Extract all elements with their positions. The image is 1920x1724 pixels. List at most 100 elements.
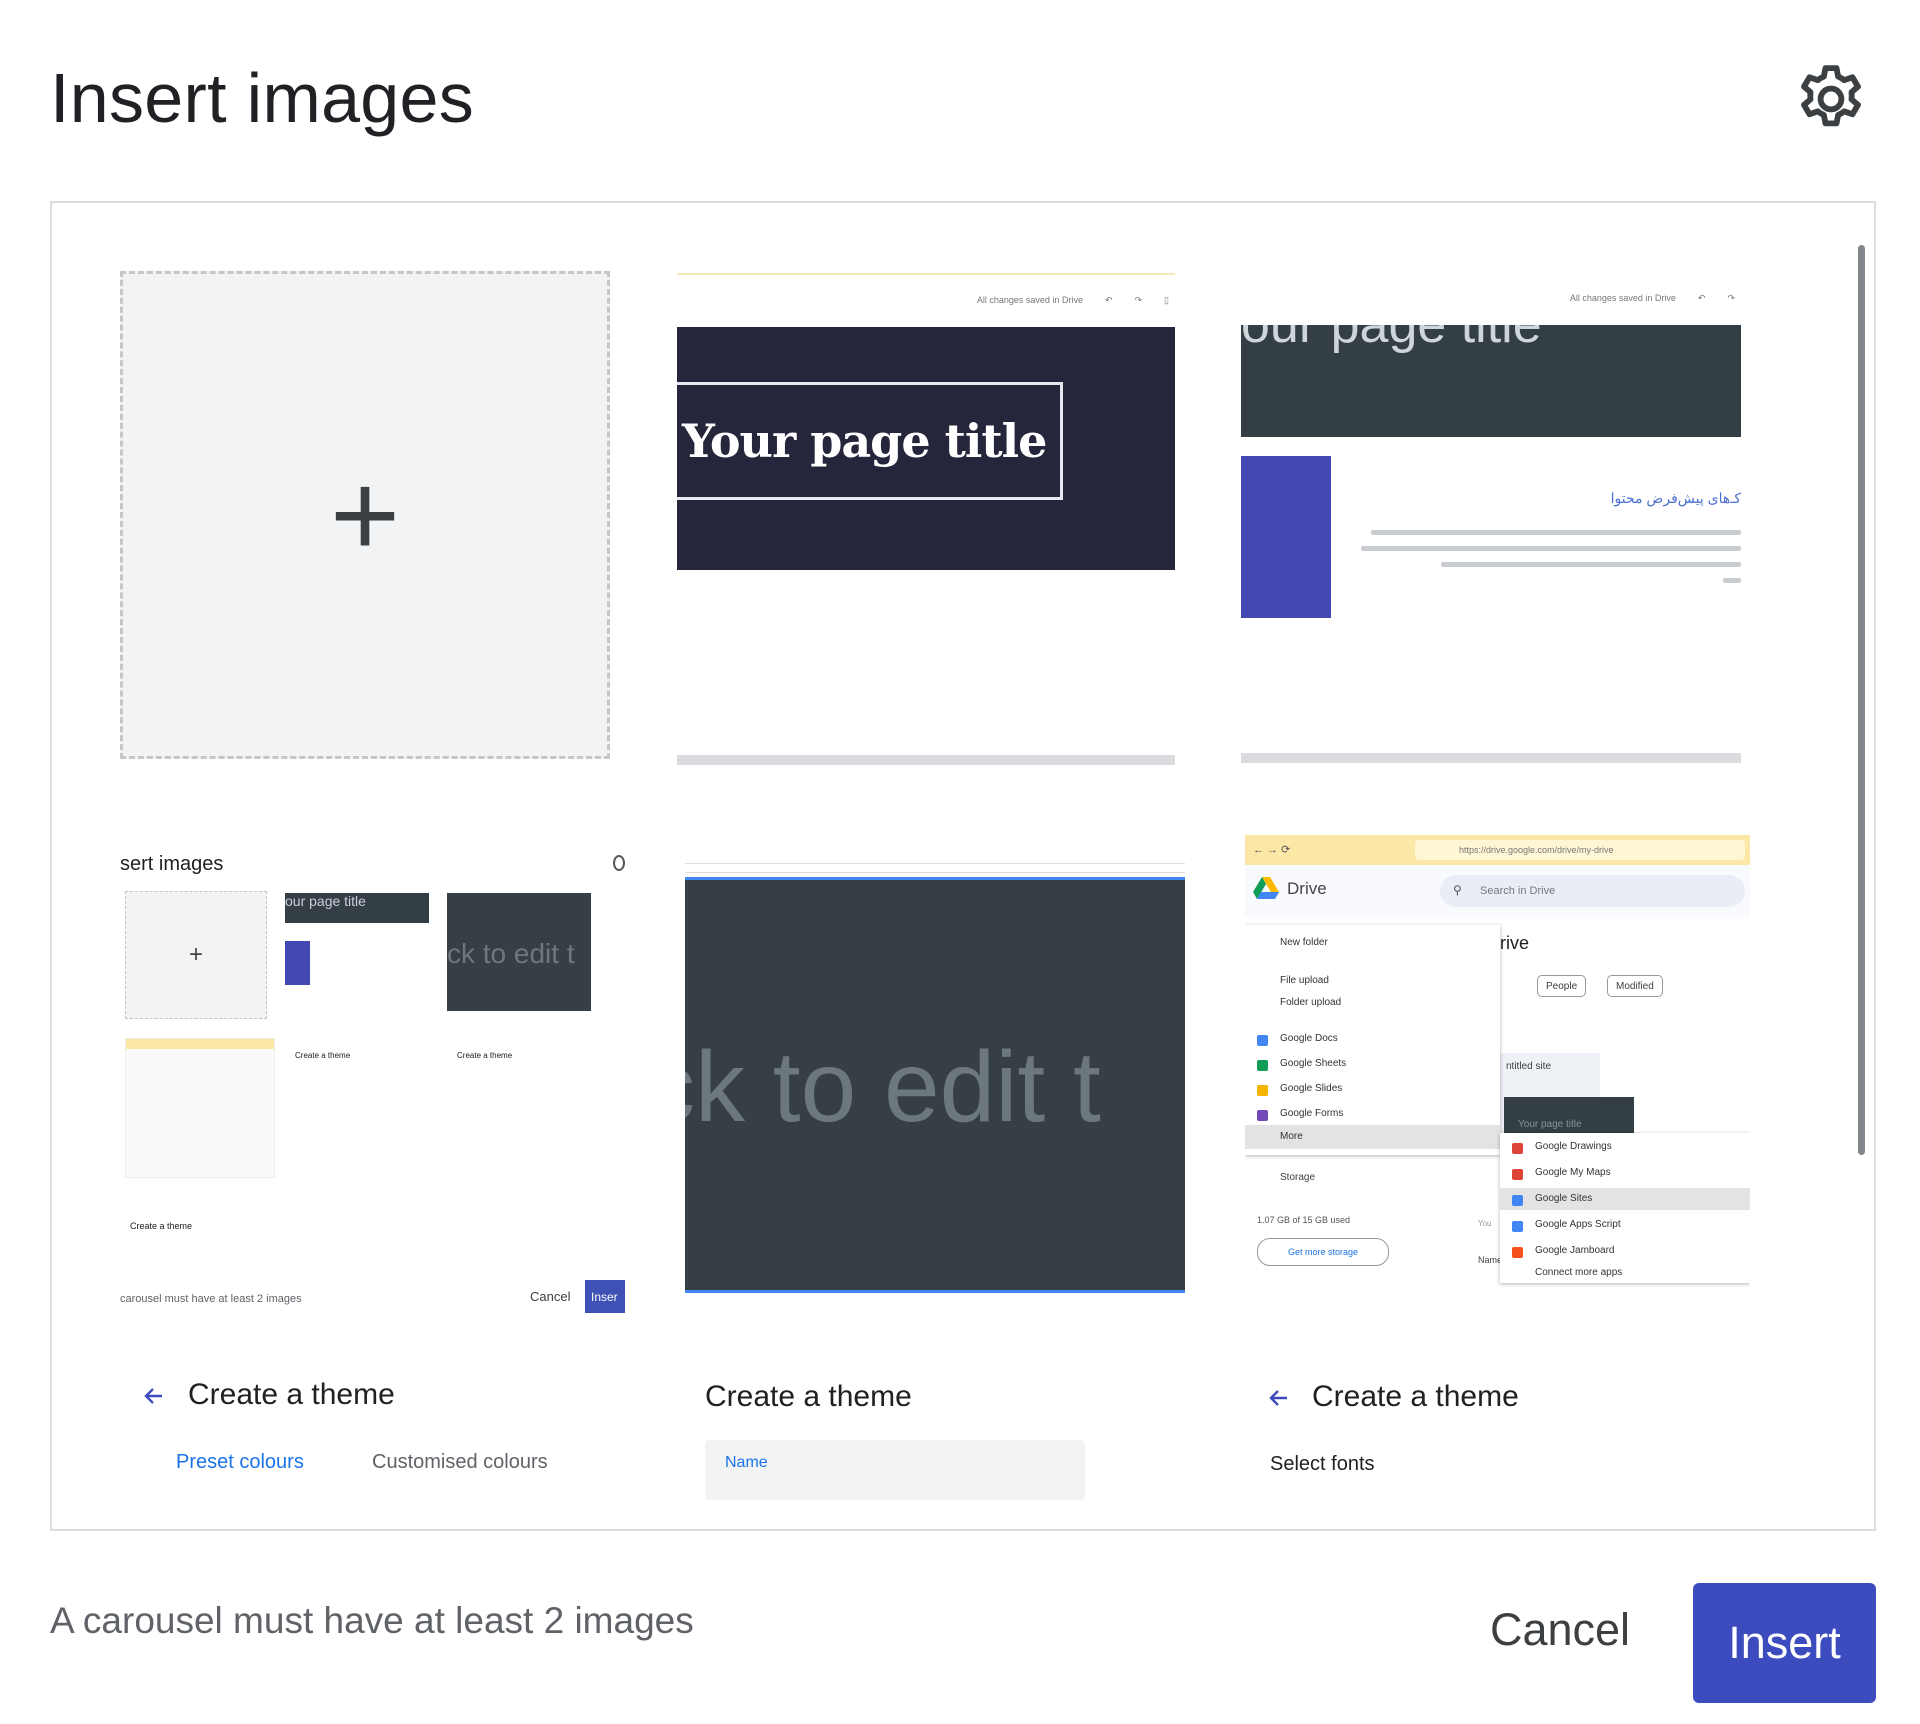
sheets-icon bbox=[1257, 1060, 1268, 1071]
site-card: ntitled site Your page title bbox=[1500, 1053, 1634, 1133]
mini-image bbox=[285, 941, 310, 985]
text-box: ck to edit t bbox=[685, 877, 1185, 1293]
menu-item: More bbox=[1280, 1131, 1303, 1142]
submenu-item: Google Apps Script bbox=[1535, 1219, 1621, 1230]
divider bbox=[677, 755, 1175, 765]
menu-item: Google Slides bbox=[1280, 1083, 1343, 1094]
name-column: Name bbox=[1478, 1255, 1503, 1265]
image-thumbnail-rtl-page[interactable]: All changes saved in Drive ↶ ↷ our page … bbox=[1241, 273, 1741, 763]
mini-urlbar bbox=[126, 1039, 274, 1049]
dialog-title: Insert images bbox=[50, 59, 475, 137]
submenu-item: Google Sites bbox=[1535, 1193, 1593, 1204]
undo-icon: ↶ bbox=[1104, 294, 1113, 305]
image-thumbnail-page-title[interactable]: All changes saved in Drive ↶ ↷ ▯ Your pa… bbox=[677, 273, 1175, 765]
drive-app-name: Drive bbox=[1287, 879, 1327, 898]
mini-message: carousel must have at least 2 images bbox=[120, 1293, 302, 1305]
mini-add-tile: + bbox=[125, 891, 267, 1019]
mini-tile: ck to edit t bbox=[447, 893, 591, 1011]
submenu-item: Google My Maps bbox=[1535, 1167, 1611, 1178]
theme-heading: Create a theme bbox=[188, 1378, 395, 1411]
rtl-heading: کـ‌های پیش‌فرض محتوا bbox=[1610, 490, 1741, 506]
image-placeholder bbox=[1241, 456, 1331, 618]
gear-icon[interactable] bbox=[1792, 60, 1870, 138]
divider bbox=[1241, 753, 1741, 763]
editor-toolbar: All changes saved in Drive ↶ ↷ bbox=[1241, 273, 1741, 323]
save-status: All changes saved in Drive bbox=[1569, 293, 1676, 303]
select-fonts-label: Select fonts bbox=[1270, 1453, 1375, 1475]
docs-icon bbox=[1257, 1035, 1268, 1046]
apps-script-icon bbox=[1512, 1221, 1523, 1232]
sites-icon bbox=[1512, 1195, 1523, 1206]
filter-chip: People bbox=[1537, 975, 1587, 997]
drive-logo-icon bbox=[1253, 877, 1279, 899]
redo-icon: ↷ bbox=[1134, 294, 1143, 305]
drawings-icon bbox=[1512, 1143, 1523, 1154]
banner-title: our page title bbox=[1241, 325, 1542, 354]
storage-used: 1.07 GB of 15 GB used bbox=[1257, 1215, 1351, 1225]
image-thumbnail-drive[interactable]: ← → ⟳ https://drive.google.com/drive/my-… bbox=[1245, 835, 1750, 1325]
mini-theme-title: Create a theme bbox=[130, 1221, 193, 1231]
text-line bbox=[1361, 546, 1741, 551]
drive-search: Search in Drive bbox=[1440, 875, 1745, 907]
image-grid: + All changes saved in Drive ↶ ↷ ▯ Your … bbox=[50, 201, 1876, 1531]
mini-tile: Create a theme bbox=[447, 1043, 591, 1178]
mini-title: sert images bbox=[120, 853, 224, 875]
image-thumbnail-theme-colours[interactable]: Create a theme Preset colours Customised… bbox=[120, 1378, 620, 1528]
my-maps-icon bbox=[1512, 1169, 1523, 1180]
name-field-label: Name bbox=[725, 1454, 768, 1471]
back-arrow-icon bbox=[144, 1388, 162, 1404]
mini-theme-title: Create a theme bbox=[457, 1051, 513, 1060]
text-line bbox=[1723, 578, 1741, 583]
insert-button[interactable]: Insert bbox=[1693, 1583, 1876, 1703]
image-thumbnail-insert-dialog[interactable]: sert images + our page title ck to edit … bbox=[120, 843, 625, 1323]
image-thumbnail-click-to-edit[interactable]: ck to edit t bbox=[685, 843, 1185, 1318]
menu-item: Google Docs bbox=[1280, 1033, 1338, 1044]
theme-heading: Create a theme bbox=[1312, 1380, 1519, 1413]
placeholder-text: ck to edit t bbox=[685, 1031, 1101, 1143]
nav-arrows-icon: ← → ⟳ bbox=[1253, 844, 1291, 856]
page-banner: our page title bbox=[1241, 325, 1741, 437]
banner-title: Your page title bbox=[677, 382, 1063, 500]
menu-item: Google Forms bbox=[1280, 1108, 1344, 1119]
add-image-tile[interactable]: + bbox=[120, 271, 610, 759]
image-thumbnail-theme-fonts[interactable]: Create a theme Select fonts bbox=[1245, 1378, 1745, 1528]
submenu-item: Google Jamboard bbox=[1535, 1245, 1615, 1256]
plus-icon: + bbox=[188, 941, 203, 968]
new-menu: New folder File upload Folder upload Goo… bbox=[1245, 925, 1500, 1155]
menu-item: Google Sheets bbox=[1280, 1058, 1347, 1069]
browser-bar: ← → ⟳ https://drive.google.com/drive/my-… bbox=[1245, 835, 1750, 865]
menu-item: Folder upload bbox=[1280, 997, 1342, 1008]
menu-item: File upload bbox=[1280, 975, 1329, 986]
validation-message: A carousel must have at least 2 images bbox=[50, 1600, 694, 1641]
site-name: ntitled site bbox=[1506, 1061, 1552, 1072]
text-line bbox=[1371, 530, 1741, 535]
get-storage-button: Get more storage bbox=[1257, 1238, 1389, 1266]
mini-tile: our page title bbox=[285, 893, 429, 1013]
site-thumb: Your page title bbox=[1504, 1097, 1634, 1133]
menu-item: New folder bbox=[1280, 937, 1328, 948]
mini-tile: Create a theme bbox=[285, 1043, 429, 1178]
image-thumbnail-theme-name[interactable]: Create a theme Name bbox=[685, 1378, 1185, 1528]
url-field: https://drive.google.com/drive/my-drive bbox=[1415, 840, 1745, 860]
theme-heading: Create a theme bbox=[705, 1380, 912, 1413]
name-field: Name bbox=[705, 1440, 1085, 1500]
submenu-item: Google Drawings bbox=[1535, 1141, 1612, 1152]
mini-theme-title: Create a theme bbox=[295, 1051, 351, 1060]
tab-customised-colours: Customised colours bbox=[372, 1451, 548, 1473]
mini-text: ck to edit t bbox=[447, 938, 575, 969]
scrollbar[interactable] bbox=[1858, 245, 1865, 1155]
filter-chip: Modified bbox=[1607, 975, 1663, 997]
cancel-button[interactable]: Cancel bbox=[1480, 1590, 1640, 1670]
plus-icon: + bbox=[329, 448, 401, 582]
text-line bbox=[1441, 562, 1741, 567]
forms-icon bbox=[1257, 1110, 1268, 1121]
mini-insert: Inser bbox=[585, 1280, 625, 1313]
mini-cancel: Cancel bbox=[530, 1289, 571, 1304]
jamboard-icon bbox=[1512, 1247, 1523, 1258]
save-status: All changes saved in Drive bbox=[976, 295, 1083, 305]
search-icon: ⚲ bbox=[1453, 883, 1462, 897]
more-submenu: Google Drawings Google My Maps Google Si… bbox=[1500, 1133, 1750, 1283]
my-drive-heading: rive bbox=[1500, 933, 1530, 953]
redo-icon: ↷ bbox=[1727, 292, 1735, 303]
owner-text: You bbox=[1478, 1219, 1492, 1228]
